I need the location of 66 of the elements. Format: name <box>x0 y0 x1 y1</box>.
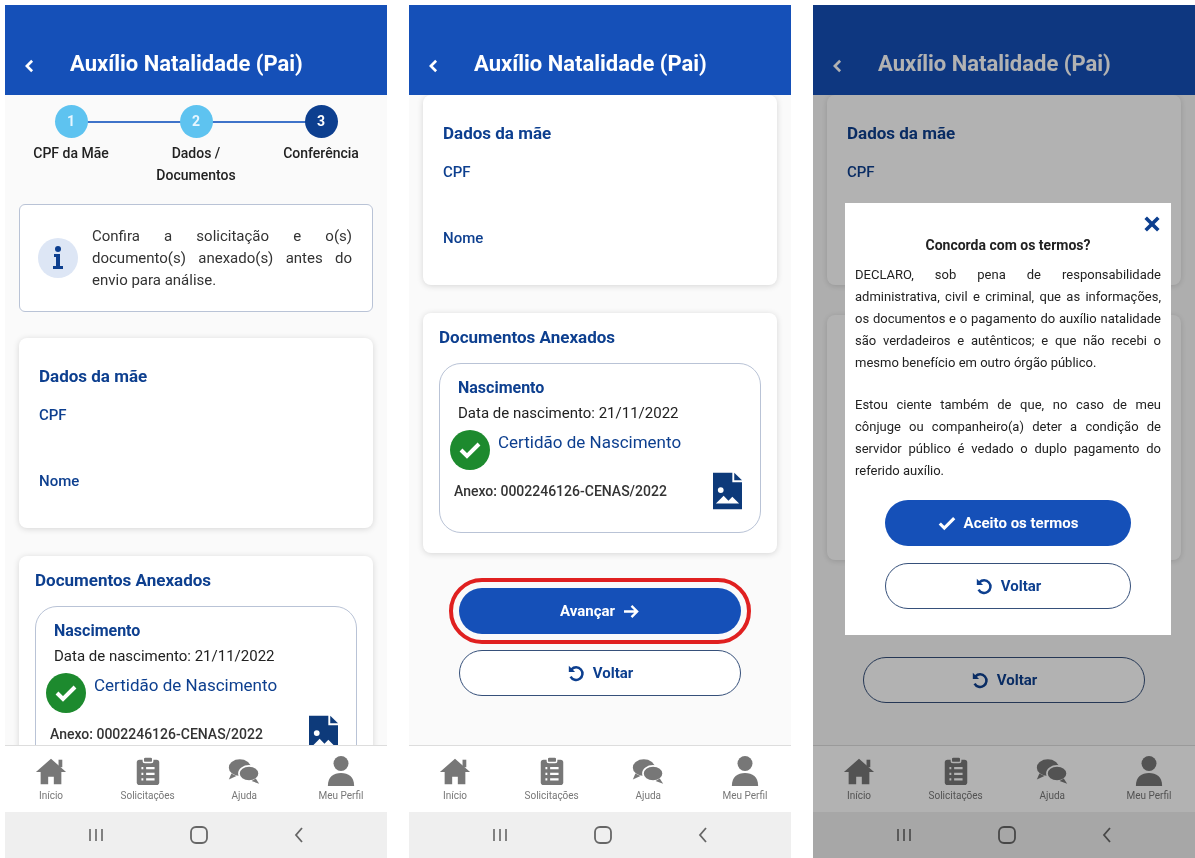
nav-item[interactable]: Solicitações <box>511 755 592 803</box>
step-number: 3 <box>304 105 338 138</box>
field-label: CPF <box>39 404 68 426</box>
back-button[interactable]: Voltar <box>863 657 1145 703</box>
attachment-number: Anexo: 0002246126-CENAS/2022 <box>454 481 667 501</box>
terms-paragraph: DECLARO, sob pena de responsabilidade administrativa, civil e criminal, que as informações, os documentos e o pagamento do auxílio natalidade são verdadeiros e autênticos; e que não recebi o mesmo benefício em outro órgão público. <box>855 266 1161 372</box>
nav-item[interactable]: Início <box>11 755 91 803</box>
recent-apps-icon[interactable] <box>492 827 508 843</box>
document-title: Nascimento <box>54 619 142 642</box>
step-label: Dados / Documentos <box>155 144 237 185</box>
nav-item[interactable]: Meu Perfil <box>704 755 785 803</box>
undo-icon <box>974 577 993 595</box>
info-icon <box>38 238 78 278</box>
back-icon[interactable] <box>698 827 708 843</box>
document-date: Data de nascimento: 21/11/2022 <box>54 645 276 667</box>
document-date: Data de nascimento: 21/11/2022 <box>458 402 680 424</box>
nav-item[interactable]: Ajuda <box>608 755 689 803</box>
back-icon[interactable] <box>1102 827 1112 843</box>
nav-item[interactable]: Ajuda <box>1012 755 1093 803</box>
back-button[interactable]: Voltar <box>885 563 1131 609</box>
attachment-number: Anexo: 0002246126-CENAS/2022 <box>50 724 263 744</box>
section-title: Dados da mãe <box>443 122 553 145</box>
step-number: 1 <box>54 105 88 138</box>
accept-button[interactable]: Aceito os termos <box>885 500 1131 546</box>
nav-item[interactable]: Solicitações <box>915 755 996 803</box>
check-circle-icon <box>46 673 86 713</box>
home-button-icon[interactable] <box>998 826 1016 844</box>
nav-item[interactable]: Solicitações <box>107 755 188 803</box>
home-button-icon[interactable] <box>190 826 208 844</box>
document-title: Nascimento <box>458 376 546 399</box>
back-button[interactable]: Voltar <box>459 650 741 696</box>
section-title: Dados da mãe <box>39 365 149 388</box>
step-number: 2 <box>179 105 213 138</box>
recent-apps-icon[interactable] <box>896 827 912 843</box>
screen-title: Auxílio Natalidade (Pai) <box>474 50 707 78</box>
check-circle-icon <box>450 430 490 470</box>
field-label: Nome <box>443 228 485 249</box>
arrow-right-icon <box>623 603 640 619</box>
screen-title: Auxílio Natalidade (Pai) <box>70 50 303 78</box>
step-label: CPF da Mãe <box>32 144 110 163</box>
nav-item[interactable]: Início <box>415 755 495 803</box>
field-label: CPF <box>443 161 472 183</box>
step-label: Conferência <box>282 144 360 163</box>
recent-apps-icon[interactable] <box>88 827 104 843</box>
close-icon[interactable] <box>1143 215 1161 233</box>
field-label: Nome <box>39 471 81 492</box>
undo-icon <box>566 664 585 682</box>
dialog-title: Concorda com os termos? <box>924 236 1092 255</box>
nav-item[interactable]: Início <box>819 755 899 803</box>
check-icon <box>937 515 956 531</box>
section-title: Documentos Anexados <box>35 569 213 592</box>
section-title: Dados da mãe <box>847 122 957 145</box>
undo-icon <box>970 671 989 689</box>
nav-item[interactable]: Meu Perfil <box>300 755 381 803</box>
field-label: CPF <box>847 161 876 183</box>
file-link[interactable]: Certidão de Nascimento <box>498 430 682 456</box>
back-icon[interactable] <box>294 827 304 843</box>
home-button-icon[interactable] <box>594 826 612 844</box>
info-text: Confira a solicitação e o(s) documento(s) anexado(s) antes do envio para análise. <box>92 226 352 291</box>
image-file-icon[interactable] <box>713 472 742 510</box>
nav-item[interactable]: Meu Perfil <box>1108 755 1189 803</box>
file-link[interactable]: Certidão de Nascimento <box>94 673 278 699</box>
screen-title: Auxílio Natalidade (Pai) <box>878 50 1111 78</box>
section-title: Documentos Anexados <box>439 326 617 349</box>
nav-item[interactable]: Ajuda <box>204 755 285 803</box>
terms-paragraph: Estou ciente também de que, no caso de meu cônjuge ou companheiro(a) deter a condição de servidor público é vedado o duplo pagamento do referido auxílio. <box>855 396 1161 480</box>
